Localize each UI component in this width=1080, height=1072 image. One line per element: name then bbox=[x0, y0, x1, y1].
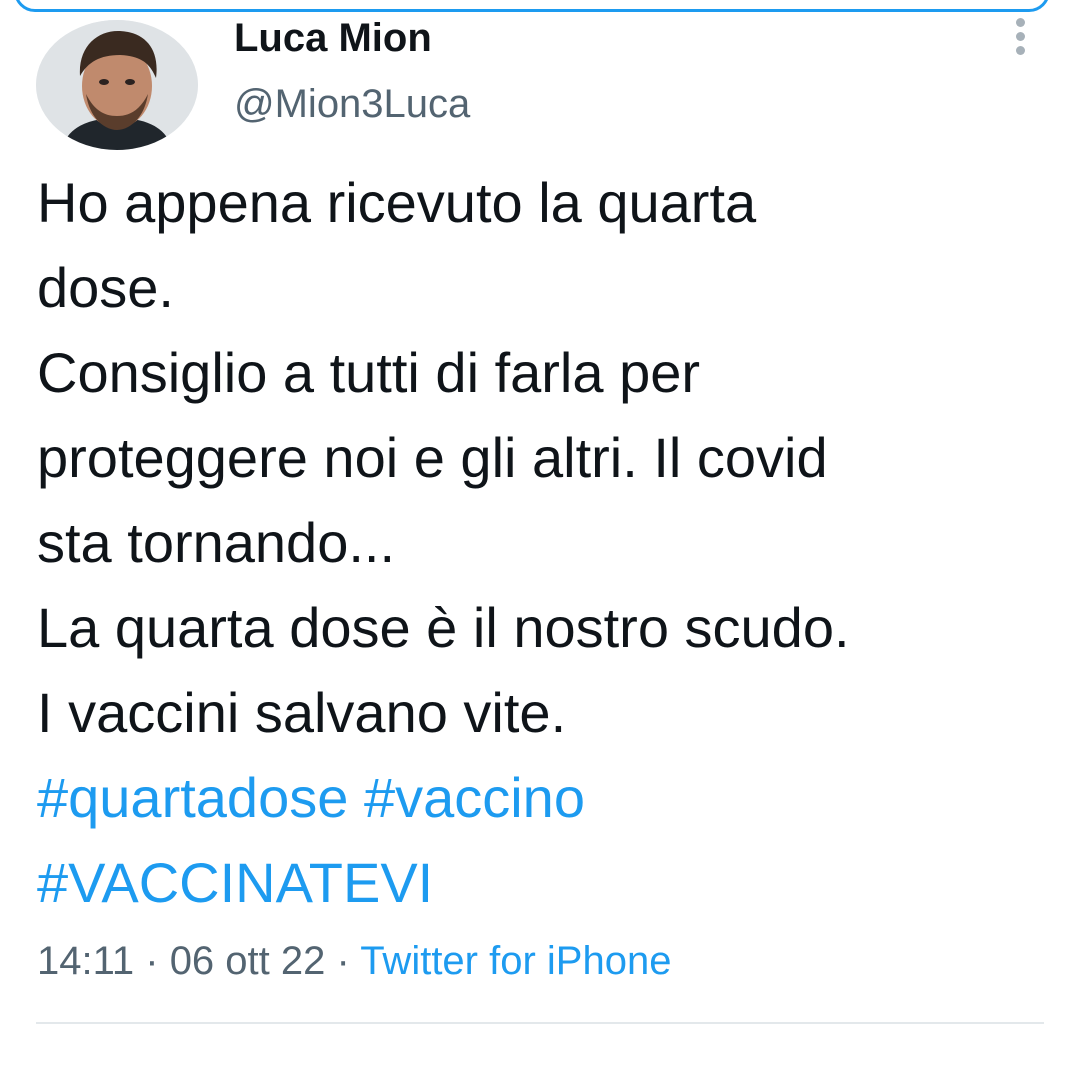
tweet-line: sta tornando... bbox=[37, 511, 396, 574]
divider bbox=[36, 1022, 1044, 1024]
tweet-source-link[interactable]: Twitter for iPhone bbox=[360, 939, 671, 983]
hashtag-link[interactable]: #vaccino bbox=[364, 766, 585, 829]
tweet-line: Ho appena ricevuto la quarta bbox=[37, 171, 757, 234]
profile-photo bbox=[36, 20, 198, 150]
tweet-date: 06 ott 22 bbox=[169, 939, 326, 983]
tweet-line: dose. bbox=[37, 256, 174, 319]
tweet-text: Ho appena ricevuto la quarta dose. Consi… bbox=[37, 160, 1047, 925]
hashtag-link[interactable]: #quartadose bbox=[37, 766, 348, 829]
more-vertical-icon[interactable] bbox=[1010, 18, 1030, 56]
hashtag-line: #VACCINATEVI bbox=[37, 840, 1047, 925]
tweet-line: proteggere noi e gli altri. Il covid bbox=[37, 426, 828, 489]
meta-separator: · bbox=[325, 939, 361, 983]
tweet-line: I vaccini salvano vite. bbox=[37, 681, 567, 744]
avatar[interactable] bbox=[36, 20, 198, 150]
display-name[interactable]: Luca Mion bbox=[234, 16, 432, 60]
tweet-line: La quarta dose è il nostro scudo. bbox=[37, 596, 850, 659]
user-handle[interactable]: @Mion3Luca bbox=[234, 82, 470, 126]
hashtag-line: #quartadose #vaccino bbox=[37, 755, 1047, 840]
hashtag-link[interactable]: #VACCINATEVI bbox=[37, 851, 433, 914]
tweet-meta: 14:11 · 06 ott 22 · Twitter for iPhone bbox=[37, 934, 671, 988]
search-bar-edge[interactable] bbox=[14, 0, 1050, 12]
tweet-line: Consiglio a tutti di farla per bbox=[37, 341, 701, 404]
tweet-time: 14:11 bbox=[37, 939, 135, 983]
meta-separator: · bbox=[134, 939, 170, 983]
